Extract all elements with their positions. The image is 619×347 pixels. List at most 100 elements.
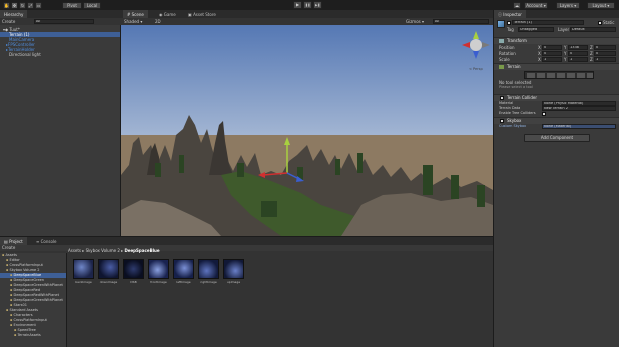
gizmos-dropdown[interactable]: Gizmos ▾ [406,19,424,24]
terrain-settings-tool-icon[interactable] [587,73,593,78]
mode-2d-toggle[interactable]: 2D [155,19,161,24]
asset-thumbnail[interactable] [123,259,144,279]
rect-tool-button[interactable]: ▭ [35,2,42,9]
paint-details-tool-icon[interactable] [577,73,585,78]
rotation-z-field[interactable]: 0 [594,51,616,56]
asset-thumbnail[interactable] [98,259,119,279]
shading-mode-dropdown[interactable]: Shaded ▾ [124,19,142,24]
terrain-component-icon [499,65,504,69]
folder-tree-label: DeepSpaceBlue [13,273,42,277]
breadcrumb-item[interactable]: DeepSpaceBlue [124,248,159,253]
folder-tree-item[interactable]: ▪ TerrainAssets [0,333,66,338]
collab-cloud-button[interactable]: ☁ [513,2,521,9]
project-tree-divider[interactable] [66,253,67,347]
rotation-y-field[interactable]: 0 [568,51,588,56]
raise-terrain-tool-icon[interactable] [527,73,535,78]
scale-z-value: 1 [596,57,599,61]
hierarchy-search-input[interactable]: All [34,19,94,24]
scale-z-field[interactable]: 1 [594,57,616,62]
asset-label: downImage [99,280,118,284]
terrain-collider-header[interactable]: Terrain Collider [494,94,619,101]
hierarchy-create-button[interactable]: Create [2,19,15,24]
position-y-field[interactable]: 1338 [568,45,588,50]
place-trees-tool-icon[interactable] [567,73,575,78]
hierarchy-tab-label: Hierarchy [4,12,24,17]
paint-texture-tool-icon[interactable] [557,73,565,78]
tab-asset-store[interactable]: ▣ Asset Store [184,10,220,18]
rotate-tool-button[interactable]: ↻ [19,2,26,9]
active-checkbox[interactable] [507,21,511,25]
asset-thumbnail[interactable] [198,259,219,279]
asset-thumbnail[interactable] [223,259,244,279]
persp-label[interactable]: < Persp [469,67,483,71]
local-toggle[interactable]: Local [83,2,101,9]
terrain-header[interactable]: Terrain [494,63,619,70]
transform-header[interactable]: Transform [494,37,619,44]
scale-tool-button[interactable]: ⤢ [27,2,34,9]
tab-console[interactable]: ≡ Console [32,237,61,245]
tab-inspector[interactable]: ⓘ Inspector [494,10,526,18]
folder-tree-label: DeepSpaceGreen [13,278,45,282]
layers-dropdown[interactable]: Layers ▾ [556,2,580,9]
enable-tree-colliders-checkbox[interactable] [542,112,546,116]
scene-search-input[interactable]: All [433,19,489,24]
static-checkbox[interactable] [598,21,602,25]
scale-y-field[interactable]: 1 [568,57,588,62]
folder-tree-label: SpeedTree [17,328,36,332]
asset-thumbnail[interactable] [173,259,194,279]
axis-x-label: X [538,57,541,62]
pause-button[interactable]: ❚❚ [303,1,312,9]
project-create-button[interactable]: Create [2,245,15,250]
scale-x-field[interactable]: 1 [542,57,562,62]
scale-icon: ⤢ [28,3,33,8]
scene-panel: # Scene ◉ Game ▣ Asset Store Shaded ▾ 2D… [121,10,493,236]
breadcrumb-item[interactable]: Skybox Volume 2 [86,248,120,253]
axis-y-label: Y [564,51,567,56]
layer-dropdown[interactable]: Default [570,27,616,32]
custom-skybox-field[interactable]: None (Material) [542,124,616,129]
object-name-field[interactable]: Terrain (1) [512,20,584,25]
asset-thumbnail[interactable] [73,259,94,279]
asset-thumbnail[interactable] [148,259,169,279]
account-dropdown[interactable]: Account ▾ [524,2,548,9]
breadcrumb-item[interactable]: Assets [68,248,81,253]
pivot-toggle[interactable]: Pivot [62,2,82,9]
folder-tree-label: CrossPlatformInput [9,263,43,267]
move-tool-button[interactable]: ✥ [11,2,18,9]
play-button[interactable]: ▶ [293,1,302,9]
tab-project[interactable]: ▤ Project [0,237,27,245]
rotation-x-field[interactable]: 0 [542,51,562,56]
position-z-field[interactable]: 0 [594,45,616,50]
tag-label: Tag [507,27,514,32]
folder-tree-label: Environment [13,323,36,327]
position-x-field[interactable]: 0 [542,45,562,50]
collider-enabled-checkbox[interactable] [500,96,504,100]
tag-dropdown[interactable]: Untagged [518,27,554,32]
gameobject-icon [497,20,505,28]
skybox-enabled-checkbox[interactable] [500,119,504,123]
tab-game[interactable]: ◉ Game [155,10,180,18]
move-icon: ✥ [12,3,17,8]
folder-tree-label: Skybox Volume 2 [9,268,40,272]
game-tab-icon: ◉ [159,12,163,17]
hierarchy-search-text: All [36,19,41,23]
asset-label: upImage [226,280,241,284]
step-button[interactable]: ▶❚ [313,1,322,9]
tab-scene[interactable]: # Scene [123,10,148,18]
scale-x-value: 1 [544,57,547,61]
tab-hierarchy[interactable]: Hierarchy [0,10,28,18]
main-toolbar: ✋ ✥ ↻ ⤢ ▭ Pivot Local ▶ ❚❚ ▶❚ ☁ Account … [0,0,619,10]
hand-tool-button[interactable]: ✋ [3,2,10,9]
layout-dropdown[interactable]: Layout ▾ [587,2,615,9]
rotation-label: Rotation [499,51,516,56]
scene-viewport[interactable]: < Persp [121,25,493,236]
hierarchy-item[interactable]: Directional light [0,52,120,57]
smooth-height-tool-icon[interactable] [547,73,555,78]
skybox-header[interactable]: Skybox [494,117,619,124]
add-component-button[interactable]: Add Component [524,134,590,142]
terrain-data-field[interactable]: New Terrain 2 [542,106,616,111]
game-tab-label: Game [163,12,176,17]
info-icon: ⓘ [498,12,502,17]
paint-height-tool-icon[interactable] [537,73,545,78]
project-panel: ▤ Project ≡ Console Create ▪ Assets ▪ Edi… [0,236,493,347]
